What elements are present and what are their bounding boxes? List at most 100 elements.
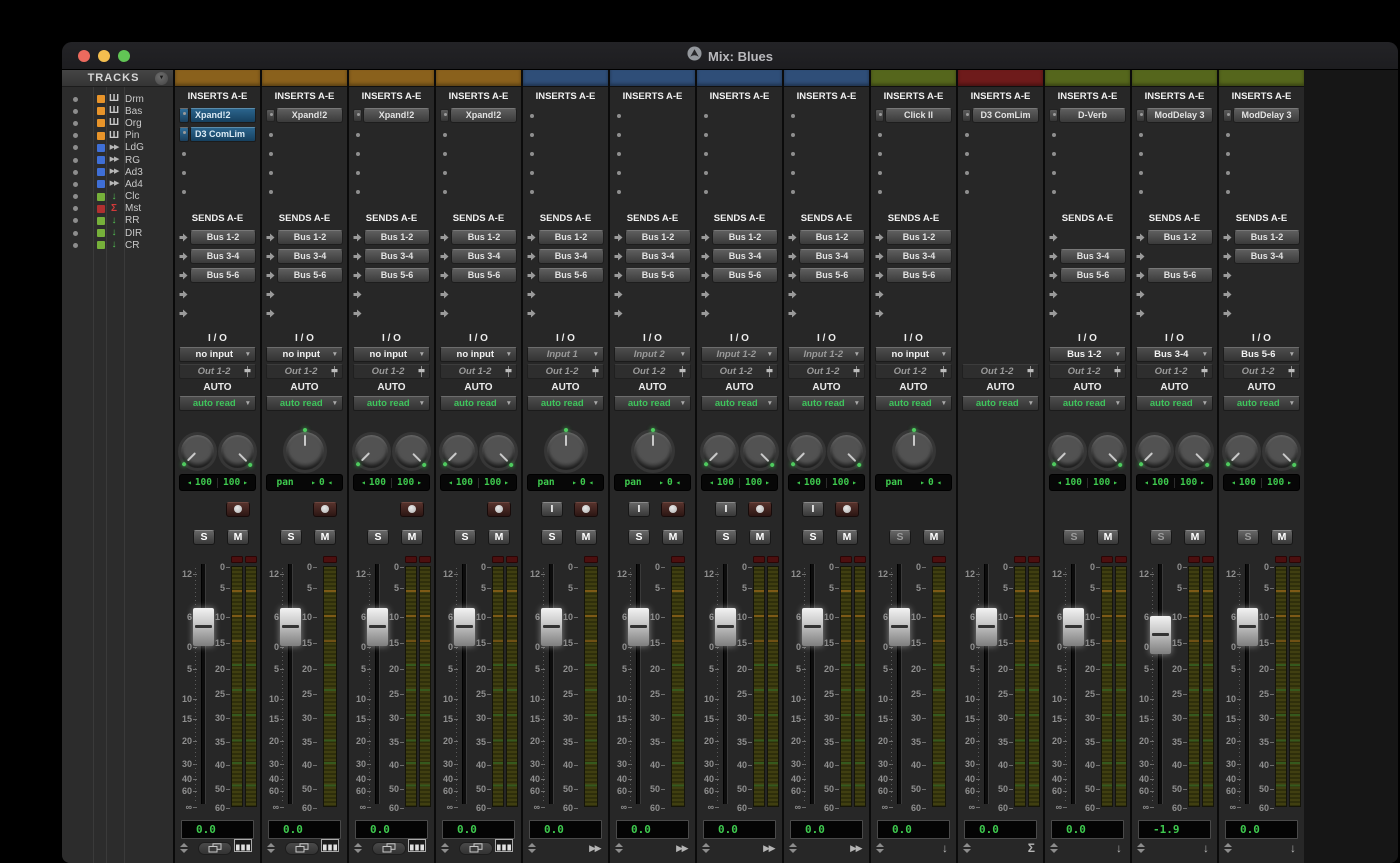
send-slot[interactable]: Bus 5-6 [175, 266, 260, 285]
send-assign-icon[interactable] [440, 248, 450, 266]
send-assign-icon[interactable] [266, 229, 276, 247]
pan-knob-right[interactable] [743, 435, 776, 468]
pan-knob-left[interactable] [355, 435, 388, 468]
track-color-bar[interactable] [1132, 70, 1217, 87]
insert-slot[interactable]: ModDelay 3 [1132, 106, 1217, 125]
send-slot[interactable] [262, 304, 347, 323]
input-selector[interactable]: Input 2▼ [614, 347, 691, 362]
insert-bypass-led[interactable] [266, 109, 275, 122]
insert-slot[interactable] [697, 144, 782, 163]
send-assign-icon[interactable] [701, 286, 711, 304]
send-assign-icon[interactable] [1223, 286, 1233, 304]
mute-button[interactable]: M [662, 530, 684, 545]
pan-knob-left[interactable] [442, 435, 475, 468]
pan-value-display[interactable]: pan ▸0◂ [527, 474, 604, 491]
solo-button[interactable]: S [454, 530, 476, 545]
insert-slot[interactable] [436, 125, 521, 144]
pan-value-display[interactable]: ◂100100▸ [1136, 474, 1213, 491]
pan-value-display[interactable]: pan ▸0◂ [875, 474, 952, 491]
insert-slot[interactable]: ModDelay 3 [1219, 106, 1304, 125]
send-button[interactable]: Bus 3-4 [364, 249, 430, 264]
send-slot[interactable]: Bus 3-4 [1219, 247, 1304, 266]
mute-button[interactable]: M [749, 530, 771, 545]
track-visibility-dot[interactable] [73, 97, 78, 102]
solo-button[interactable]: S [628, 530, 650, 545]
send-slot[interactable]: Bus 1-2 [262, 228, 347, 247]
send-slot[interactable] [523, 304, 608, 323]
insert-button[interactable]: D-Verb [1059, 108, 1126, 123]
output-selector[interactable]: Out 1-2 [1049, 364, 1126, 379]
track-visibility-dot[interactable] [73, 121, 78, 126]
track-color-bar[interactable] [262, 70, 347, 87]
send-slot[interactable]: Bus 5-6 [697, 266, 782, 285]
insert-slot[interactable] [1132, 125, 1217, 144]
output-selector[interactable]: Out 1-2 [440, 364, 517, 379]
volume-display[interactable]: 0.0 [616, 820, 689, 839]
send-slot[interactable]: Bus 3-4 [175, 247, 260, 266]
insert-slot[interactable] [610, 182, 695, 201]
insert-slot[interactable] [1219, 125, 1304, 144]
clip-indicator[interactable] [1101, 556, 1113, 563]
send-slot[interactable]: Bus 1-2 [871, 228, 956, 247]
insert-slot[interactable] [784, 106, 869, 125]
track-color-bar[interactable] [1219, 70, 1304, 87]
send-button[interactable]: Bus 3-4 [1234, 249, 1300, 264]
record-enable-button[interactable] [661, 502, 685, 517]
send-button[interactable]: Bus 3-4 [1060, 249, 1126, 264]
insert-slot[interactable] [784, 182, 869, 201]
send-assign-icon[interactable] [266, 305, 276, 323]
input-monitor-button[interactable]: I [715, 502, 737, 517]
insert-slot[interactable] [1132, 163, 1217, 182]
insert-bypass-led[interactable] [179, 108, 189, 123]
pan-knob[interactable] [286, 432, 324, 470]
send-assign-icon[interactable] [1049, 267, 1059, 285]
input-monitor-button[interactable]: I [802, 502, 824, 517]
track-color-bar[interactable] [958, 70, 1043, 87]
insert-slot[interactable]: Xpand!2 [262, 106, 347, 125]
send-slot[interactable]: Bus 5-6 [871, 266, 956, 285]
mute-button[interactable]: M [923, 530, 945, 545]
track-height-stepper[interactable] [353, 843, 362, 853]
insert-slot[interactable] [262, 182, 347, 201]
send-button[interactable]: Bus 5-6 [538, 268, 604, 283]
send-slot[interactable]: Bus 1-2 [175, 228, 260, 247]
send-slot[interactable]: Bus 5-6 [610, 266, 695, 285]
send-assign-icon[interactable] [1136, 248, 1146, 266]
track-color-bar[interactable] [784, 70, 869, 87]
send-slot[interactable] [784, 304, 869, 323]
fader-track[interactable] [1071, 564, 1076, 804]
send-assign-icon[interactable] [440, 286, 450, 304]
track-visibility-dot[interactable] [73, 133, 78, 138]
insert-slot[interactable]: Xpand!2 [436, 106, 521, 125]
instrument-button[interactable] [459, 842, 493, 855]
send-button[interactable]: Bus 1-2 [886, 230, 952, 245]
pan-knob-right[interactable] [395, 435, 428, 468]
pan-value-display[interactable]: ◂100100▸ [701, 474, 778, 491]
send-button[interactable]: Bus 5-6 [1147, 268, 1213, 283]
insert-slot[interactable] [610, 106, 695, 125]
send-slot[interactable] [784, 285, 869, 304]
send-button[interactable]: Bus 5-6 [886, 268, 952, 283]
sidebar-track-Ad3[interactable]: ▶▶Ad3 [62, 166, 173, 178]
pan-value-display[interactable]: ◂100100▸ [179, 474, 256, 491]
fader-track[interactable] [810, 564, 815, 804]
solo-button[interactable]: S [1063, 530, 1085, 545]
track-height-stepper[interactable] [440, 843, 449, 853]
mute-button[interactable]: M [575, 530, 597, 545]
send-assign-icon[interactable] [701, 229, 711, 247]
insert-button[interactable]: Xpand!2 [190, 108, 256, 123]
send-assign-icon[interactable] [1136, 305, 1146, 323]
send-slot[interactable] [349, 304, 434, 323]
pan-knob-right[interactable] [830, 435, 863, 468]
send-button[interactable]: Bus 1-2 [712, 230, 778, 245]
automation-mode-selector[interactable]: auto read▼ [179, 396, 256, 411]
output-selector[interactable]: Out 1-2 [788, 364, 865, 379]
clip-indicator[interactable] [753, 556, 765, 563]
sidebar-track-RR[interactable]: ↓RR [62, 215, 173, 227]
volume-display[interactable]: 0.0 [790, 820, 863, 839]
insert-slot[interactable] [784, 125, 869, 144]
send-button[interactable]: Bus 3-4 [277, 249, 343, 264]
track-visibility-dot[interactable] [73, 145, 78, 150]
sidebar-track-RG[interactable]: ▶▶RG [62, 154, 173, 166]
automation-mode-selector[interactable]: auto read▼ [1049, 396, 1126, 411]
